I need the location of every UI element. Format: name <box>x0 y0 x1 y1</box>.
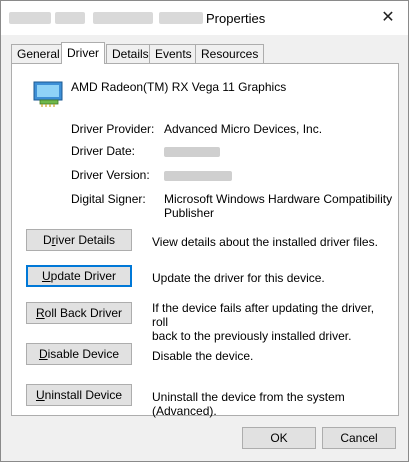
driver-tab-panel: AMD Radeon(TM) RX Vega 11 Graphics Drive… <box>11 63 399 418</box>
title-redacted-part <box>93 12 153 24</box>
disable-device-button[interactable]: Disable Device <box>26 343 132 365</box>
uninstall-device-description: Uninstall the device from the system (Ad… <box>152 390 345 418</box>
update-driver-accelerator: U <box>41 269 51 283</box>
update-driver-text: pdate Driver <box>50 269 117 283</box>
driver-details-button[interactable]: Driver Details <box>26 229 132 251</box>
disable-device-text: isable Device <box>47 347 120 361</box>
uninstall-device-accelerator: U <box>35 388 45 402</box>
tab-events[interactable]: Events <box>149 44 198 63</box>
ok-button[interactable]: OK <box>242 427 316 449</box>
tab-driver[interactable]: Driver <box>61 42 105 64</box>
title-bar: Properties ✕ <box>1 1 408 35</box>
driver-details-text: D <box>42 233 52 247</box>
tab-resources[interactable]: Resources <box>195 44 265 63</box>
roll-back-text: oll Back Driver <box>44 306 123 320</box>
driver-version-label: Driver Version: <box>71 168 150 182</box>
roll-back-description-line: back to the previously installed driver. <box>152 329 352 343</box>
driver-provider-value: Advanced Micro Devices, Inc. <box>164 122 323 136</box>
update-driver-description: Update the driver for this device. <box>152 271 325 285</box>
digital-signer-value: Microsoft Windows Hardware Compatibility… <box>164 192 392 220</box>
roll-back-accelerator: R <box>35 306 45 320</box>
roll-back-description: If the device fails after updating the d… <box>152 301 388 343</box>
digital-signer-line: Microsoft Windows Hardware Compatibility <box>164 192 393 206</box>
driver-details-text: iver Details <box>55 233 116 247</box>
properties-dialog: Properties ✕ General Driver Details Even… <box>0 0 409 462</box>
disable-device-description: Disable the device. <box>152 349 254 363</box>
digital-signer-label: Digital Signer: <box>71 192 146 206</box>
device-name: AMD Radeon(TM) RX Vega 11 Graphics <box>71 80 287 94</box>
driver-date-label: Driver Date: <box>71 144 136 158</box>
roll-back-driver-button[interactable]: Roll Back Driver <box>26 302 132 324</box>
window-title: Properties <box>206 11 266 26</box>
title-redacted-part <box>9 12 51 24</box>
tab-general[interactable]: General <box>11 44 66 63</box>
tab-details[interactable]: Details <box>106 44 155 63</box>
roll-back-description-line: If the device fails after updating the d… <box>152 301 375 329</box>
uninstall-device-button[interactable]: Uninstall Device <box>26 384 132 406</box>
cancel-button[interactable]: Cancel <box>322 427 396 449</box>
title-redacted-part <box>55 12 85 24</box>
update-driver-button[interactable]: Update Driver <box>26 265 132 287</box>
disable-device-accelerator: D <box>38 347 48 361</box>
driver-date-redacted <box>164 147 220 157</box>
digital-signer-line: Publisher <box>164 206 215 220</box>
close-icon[interactable]: ✕ <box>379 9 397 27</box>
driver-provider-label: Driver Provider: <box>71 122 155 136</box>
driver-version-redacted <box>164 171 232 181</box>
display-adapter-icon <box>33 81 63 107</box>
driver-details-description: View details about the installed driver … <box>152 235 378 249</box>
title-redacted-part <box>159 12 203 24</box>
uninstall-device-text: ninstall Device <box>44 388 123 402</box>
